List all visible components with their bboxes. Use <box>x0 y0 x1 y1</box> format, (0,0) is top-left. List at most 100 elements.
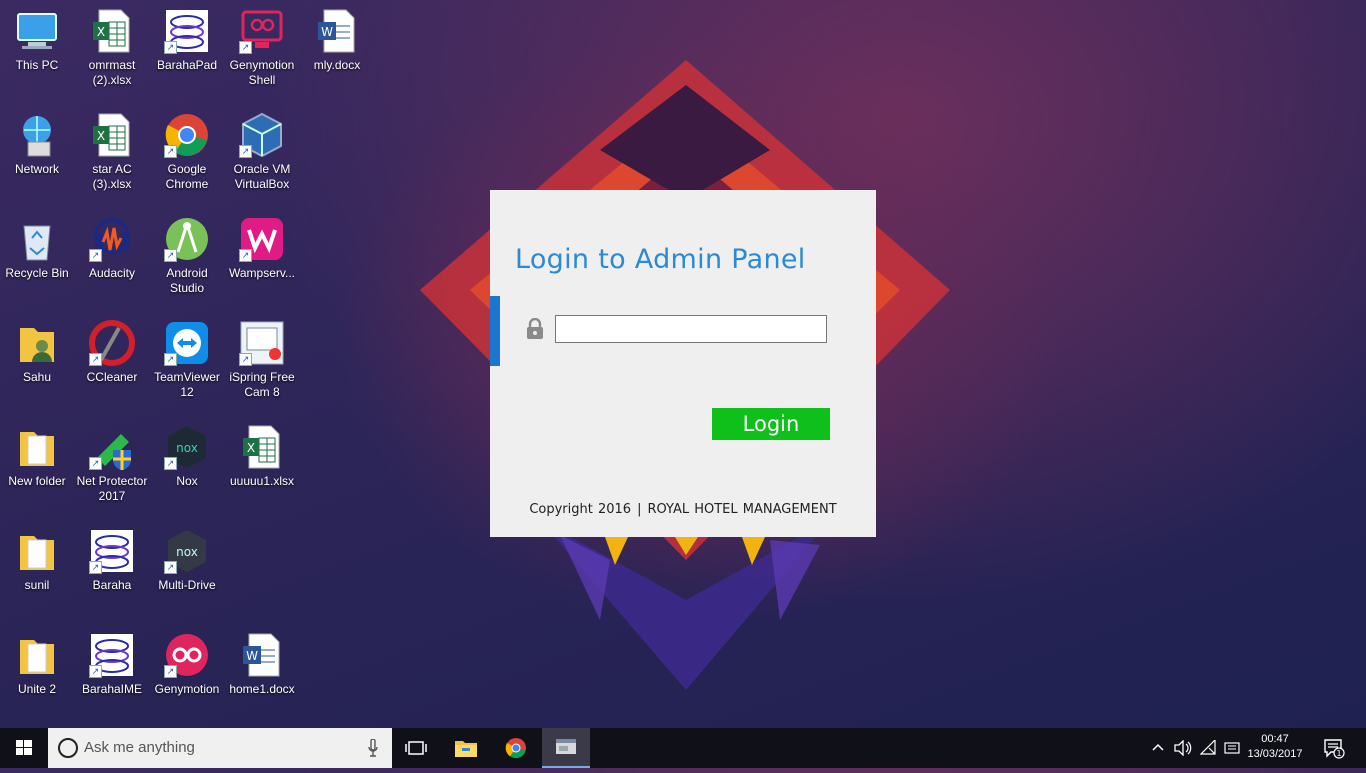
task-view-button[interactable] <box>392 728 440 768</box>
copyright-company: ROYAL HOTEL MANAGEMENT <box>647 502 837 517</box>
desktop-icon[interactable]: Unite 2 <box>0 624 74 720</box>
login-button[interactable]: Login <box>712 408 830 440</box>
desktop-icon[interactable]: ↗ Android Studio <box>150 208 224 304</box>
desktop-icon[interactable]: Xuuuuu1.xlsx <box>225 416 299 512</box>
desktop-icon-image: ↗ <box>164 320 210 366</box>
desktop-icon-image: ↗ <box>239 8 285 54</box>
desktop-icon[interactable]: ↗ CCleaner <box>75 312 149 408</box>
desktop-icon[interactable]: ↗ Genymotion <box>150 624 224 720</box>
desktop-icon-label: BarahaPad <box>156 58 218 72</box>
desktop-icon-image: ↗ <box>89 320 135 366</box>
desktop-icon[interactable]: ↗ Baraha <box>75 520 149 616</box>
desktop-icon-label: iSpring Free Cam 8 <box>229 370 295 399</box>
shortcut-arrow-icon: ↗ <box>239 353 252 366</box>
desktop-icon-image <box>14 8 60 54</box>
desktop-icon-label: New folder <box>8 474 66 488</box>
desktop-icon[interactable]: ↗ iSpring Free Cam 8 <box>225 312 299 408</box>
desktop-icon-label: Google Chrome <box>165 162 209 191</box>
task-view-icon <box>405 741 427 755</box>
desktop-icon-image: ↗ <box>239 216 285 262</box>
login-panel: Login to Admin Panel Login Copyright 201… <box>490 190 876 537</box>
keyboard-layout-icon[interactable] <box>1224 740 1240 756</box>
desktop-icon[interactable]: ↗ TeamViewer 12 <box>150 312 224 408</box>
focus-accent-bar <box>490 296 500 366</box>
wifi-icon[interactable] <box>1200 740 1218 756</box>
desktop-icon-label: Android Studio <box>166 266 208 295</box>
password-input[interactable] <box>555 315 827 343</box>
folder-icon <box>20 640 54 674</box>
shortcut-arrow-icon: ↗ <box>164 145 177 158</box>
folder-icon <box>20 432 54 466</box>
desktop-icon-label: uuuuu1.xlsx <box>229 474 295 488</box>
desktop-icon[interactable]: ↗ Oracle VM VirtualBox <box>225 104 299 200</box>
desktop-icon[interactable]: ↗ Net Protector 2017 <box>75 416 149 512</box>
shortcut-arrow-icon: ↗ <box>164 665 177 678</box>
desktop-icon[interactable]: nox ↗ Nox <box>150 416 224 512</box>
desktop-icon[interactable]: Recycle Bin <box>0 208 74 304</box>
start-button[interactable] <box>0 728 48 768</box>
desktop-icon[interactable]: Network <box>0 104 74 200</box>
action-center-button[interactable]: 1 <box>1314 728 1354 768</box>
clock-date: 13/03/2017 <box>1247 748 1303 760</box>
desktop-icon-label: Recycle Bin <box>5 266 69 280</box>
svg-text:W: W <box>321 25 333 39</box>
desktop-icon[interactable]: Whome1.docx <box>225 624 299 720</box>
desktop-icon-image: W <box>239 632 285 678</box>
taskbar: Ask me anything 00:47 13/03/2017 1 <box>0 728 1366 768</box>
desktop-icon[interactable]: ↗ BarahaPad <box>150 0 224 96</box>
chevron-up-icon[interactable] <box>1150 740 1166 756</box>
user-folder-icon <box>20 328 54 362</box>
lock-icon <box>527 318 543 339</box>
desktop-icon-image: ↗ <box>164 632 210 678</box>
desktop-icon-label: omrmast (2).xlsx <box>88 58 136 87</box>
svg-text:nox: nox <box>176 441 198 455</box>
file-explorer-icon <box>455 741 477 757</box>
desktop-icon-label: Unite 2 <box>17 682 57 696</box>
desktop-icon[interactable]: Xstar AC (3).xlsx <box>75 104 149 200</box>
excel-file-icon: X <box>93 9 130 53</box>
file-explorer-taskbar-button[interactable] <box>442 728 490 768</box>
desktop-icon-label: Sahu <box>22 370 52 384</box>
svg-text:nox: nox <box>176 545 198 559</box>
svg-text:W: W <box>246 649 258 663</box>
shortcut-arrow-icon: ↗ <box>239 145 252 158</box>
chrome-taskbar-button[interactable] <box>492 728 540 768</box>
desktop-icon-label: Wampserv... <box>228 266 295 280</box>
app-window-icon <box>556 739 576 754</box>
desktop-icon[interactable]: This PC <box>0 0 74 96</box>
desktop-icon-label: home1.docx <box>229 682 295 696</box>
desktop-icon-image: ↗ <box>164 112 210 158</box>
desktop-icon-image: W <box>314 8 360 54</box>
excel-file-icon: X <box>93 113 130 157</box>
volume-icon[interactable] <box>1174 740 1192 756</box>
cortana-search-box[interactable]: Ask me anything <box>48 728 392 768</box>
desktop-icon[interactable]: ↗ Wampserv... <box>225 208 299 304</box>
shortcut-arrow-icon: ↗ <box>239 41 252 54</box>
active-app-taskbar-button[interactable] <box>542 728 590 768</box>
desktop-icon-image: X <box>239 424 285 470</box>
copyright-footer: Copyright 2016 | ROYAL HOTEL MANAGEMENT <box>490 502 876 517</box>
svg-text:X: X <box>97 25 105 39</box>
cortana-icon <box>58 738 78 758</box>
desktop-icon-image: ↗ <box>164 8 210 54</box>
system-clock[interactable]: 00:47 13/03/2017 <box>1240 732 1310 762</box>
desktop-icon[interactable]: nox ↗ Multi-Drive <box>150 520 224 616</box>
desktop-icon-label: CCleaner <box>86 370 138 384</box>
desktop-icon[interactable]: Sahu <box>0 312 74 408</box>
desktop-icon[interactable]: Xomrmast (2).xlsx <box>75 0 149 96</box>
recycle-bin-icon <box>23 225 51 261</box>
desktop-icon[interactable]: New folder <box>0 416 74 512</box>
desktop-icon-image: nox ↗ <box>164 528 210 574</box>
desktop-icon[interactable]: ↗ Genymotion Shell <box>225 0 299 96</box>
desktop-icon[interactable]: ↗ BarahaIME <box>75 624 149 720</box>
desktop-icon-image: ↗ <box>89 632 135 678</box>
shortcut-arrow-icon: ↗ <box>239 249 252 262</box>
shortcut-arrow-icon: ↗ <box>164 249 177 262</box>
desktop-icon[interactable]: sunil <box>0 520 74 616</box>
microphone-icon[interactable] <box>368 739 378 757</box>
desktop-icon[interactable]: Wmly.docx <box>300 0 374 96</box>
login-title: Login to Admin Panel <box>515 244 806 275</box>
desktop-icon[interactable]: ↗ Google Chrome <box>150 104 224 200</box>
desktop-icon-image <box>14 528 60 574</box>
desktop-icon[interactable]: ↗ Audacity <box>75 208 149 304</box>
